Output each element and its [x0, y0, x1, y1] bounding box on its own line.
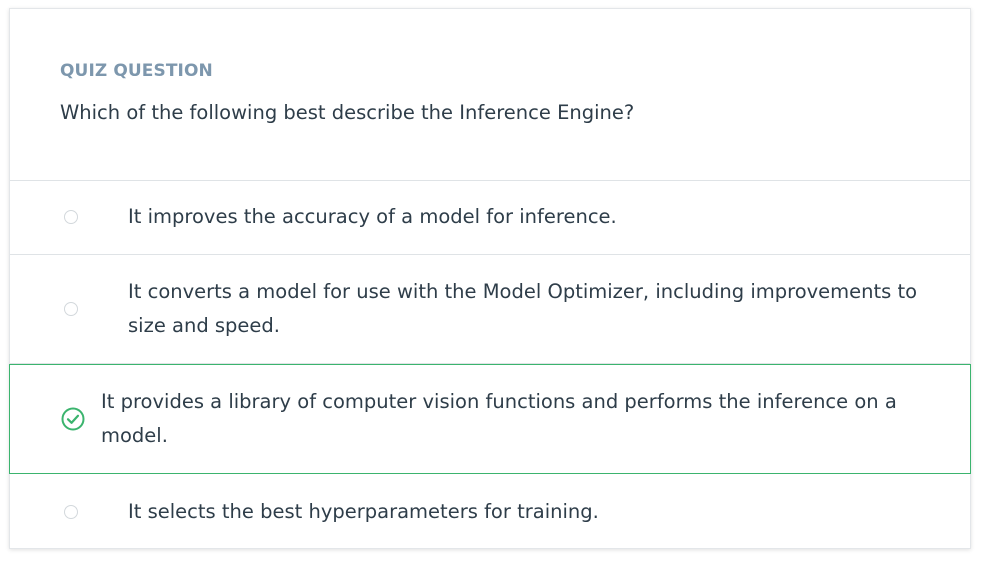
check-circle-icon[interactable]	[61, 407, 85, 431]
answer-label: It provides a library of computer vision…	[101, 390, 897, 447]
answer-option[interactable]: It converts a model for use with the Mod…	[10, 255, 970, 364]
answer-option-selected[interactable]: It provides a library of computer vision…	[9, 364, 971, 474]
quiz-header: QUIZ QUESTION Which of the following bes…	[10, 9, 970, 181]
radio-empty-icon[interactable]	[64, 505, 78, 519]
quiz-eyebrow: QUIZ QUESTION	[60, 61, 213, 81]
answer-label: It improves the accuracy of a model for …	[128, 205, 617, 228]
radio-empty-icon[interactable]	[64, 210, 78, 224]
quiz-question: Which of the following best describe the…	[60, 101, 635, 124]
answer-label: It converts a model for use with the Mod…	[128, 280, 918, 337]
answer-option[interactable]: It selects the best hyperparameters for …	[10, 475, 970, 550]
quiz-card: QUIZ QUESTION Which of the following bes…	[9, 8, 971, 549]
answer-label: It selects the best hyperparameters for …	[128, 500, 599, 523]
radio-empty-icon[interactable]	[64, 302, 78, 316]
answer-option[interactable]: It improves the accuracy of a model for …	[10, 180, 970, 255]
